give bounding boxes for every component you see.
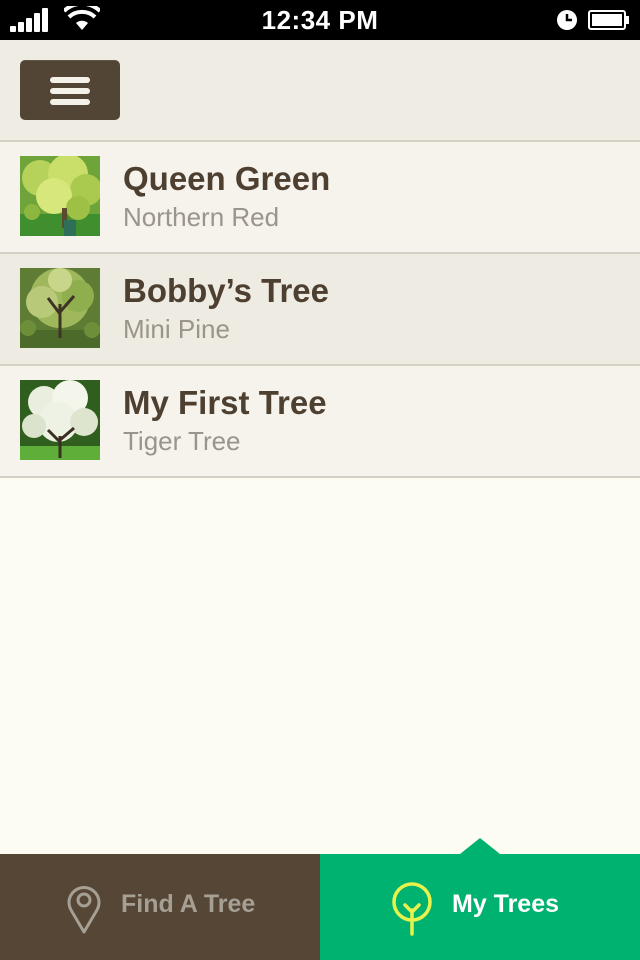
tree-thumbnail bbox=[20, 268, 100, 348]
tree-thumbnail bbox=[20, 156, 100, 236]
map-pin-icon bbox=[67, 886, 101, 934]
tree-name: Queen Green bbox=[123, 160, 331, 197]
tree-list-item[interactable]: Bobby’s Tree Mini Pine bbox=[0, 252, 640, 364]
tree-list-item[interactable]: My First Tree Tiger Tree bbox=[0, 364, 640, 478]
tab-label: Find A Tree bbox=[121, 890, 256, 918]
tree-name: Bobby’s Tree bbox=[123, 272, 330, 309]
tree-name: My First Tree bbox=[123, 384, 327, 421]
active-tab-pointer bbox=[460, 838, 500, 854]
tree-thumbnail bbox=[20, 380, 100, 460]
tab-bar: Find A Tree My Trees bbox=[0, 838, 640, 960]
top-nav-bar bbox=[0, 40, 640, 140]
battery-icon bbox=[588, 10, 629, 30]
tree-species: Northern Red bbox=[123, 202, 280, 232]
tree-species: Tiger Tree bbox=[123, 426, 241, 456]
status-bar: 12:34 PM bbox=[0, 0, 640, 40]
status-time: 12:34 PM bbox=[261, 5, 379, 35]
alarm-icon bbox=[557, 10, 577, 30]
tab-my-trees[interactable]: My Trees bbox=[320, 854, 640, 960]
tree-species: Mini Pine bbox=[123, 314, 230, 344]
app-screen: 12:34 PM Queen Green Northern Red Bobby’… bbox=[0, 0, 640, 960]
tree-icon bbox=[392, 882, 432, 936]
tree-list-item[interactable]: Queen Green Northern Red bbox=[0, 140, 640, 252]
menu-button[interactable] bbox=[20, 60, 120, 120]
tree-list: Queen Green Northern Red Bobby’s Tree Mi… bbox=[0, 140, 640, 478]
tab-find-a-tree[interactable]: Find A Tree bbox=[0, 854, 320, 960]
tab-label: My Trees bbox=[452, 890, 560, 918]
